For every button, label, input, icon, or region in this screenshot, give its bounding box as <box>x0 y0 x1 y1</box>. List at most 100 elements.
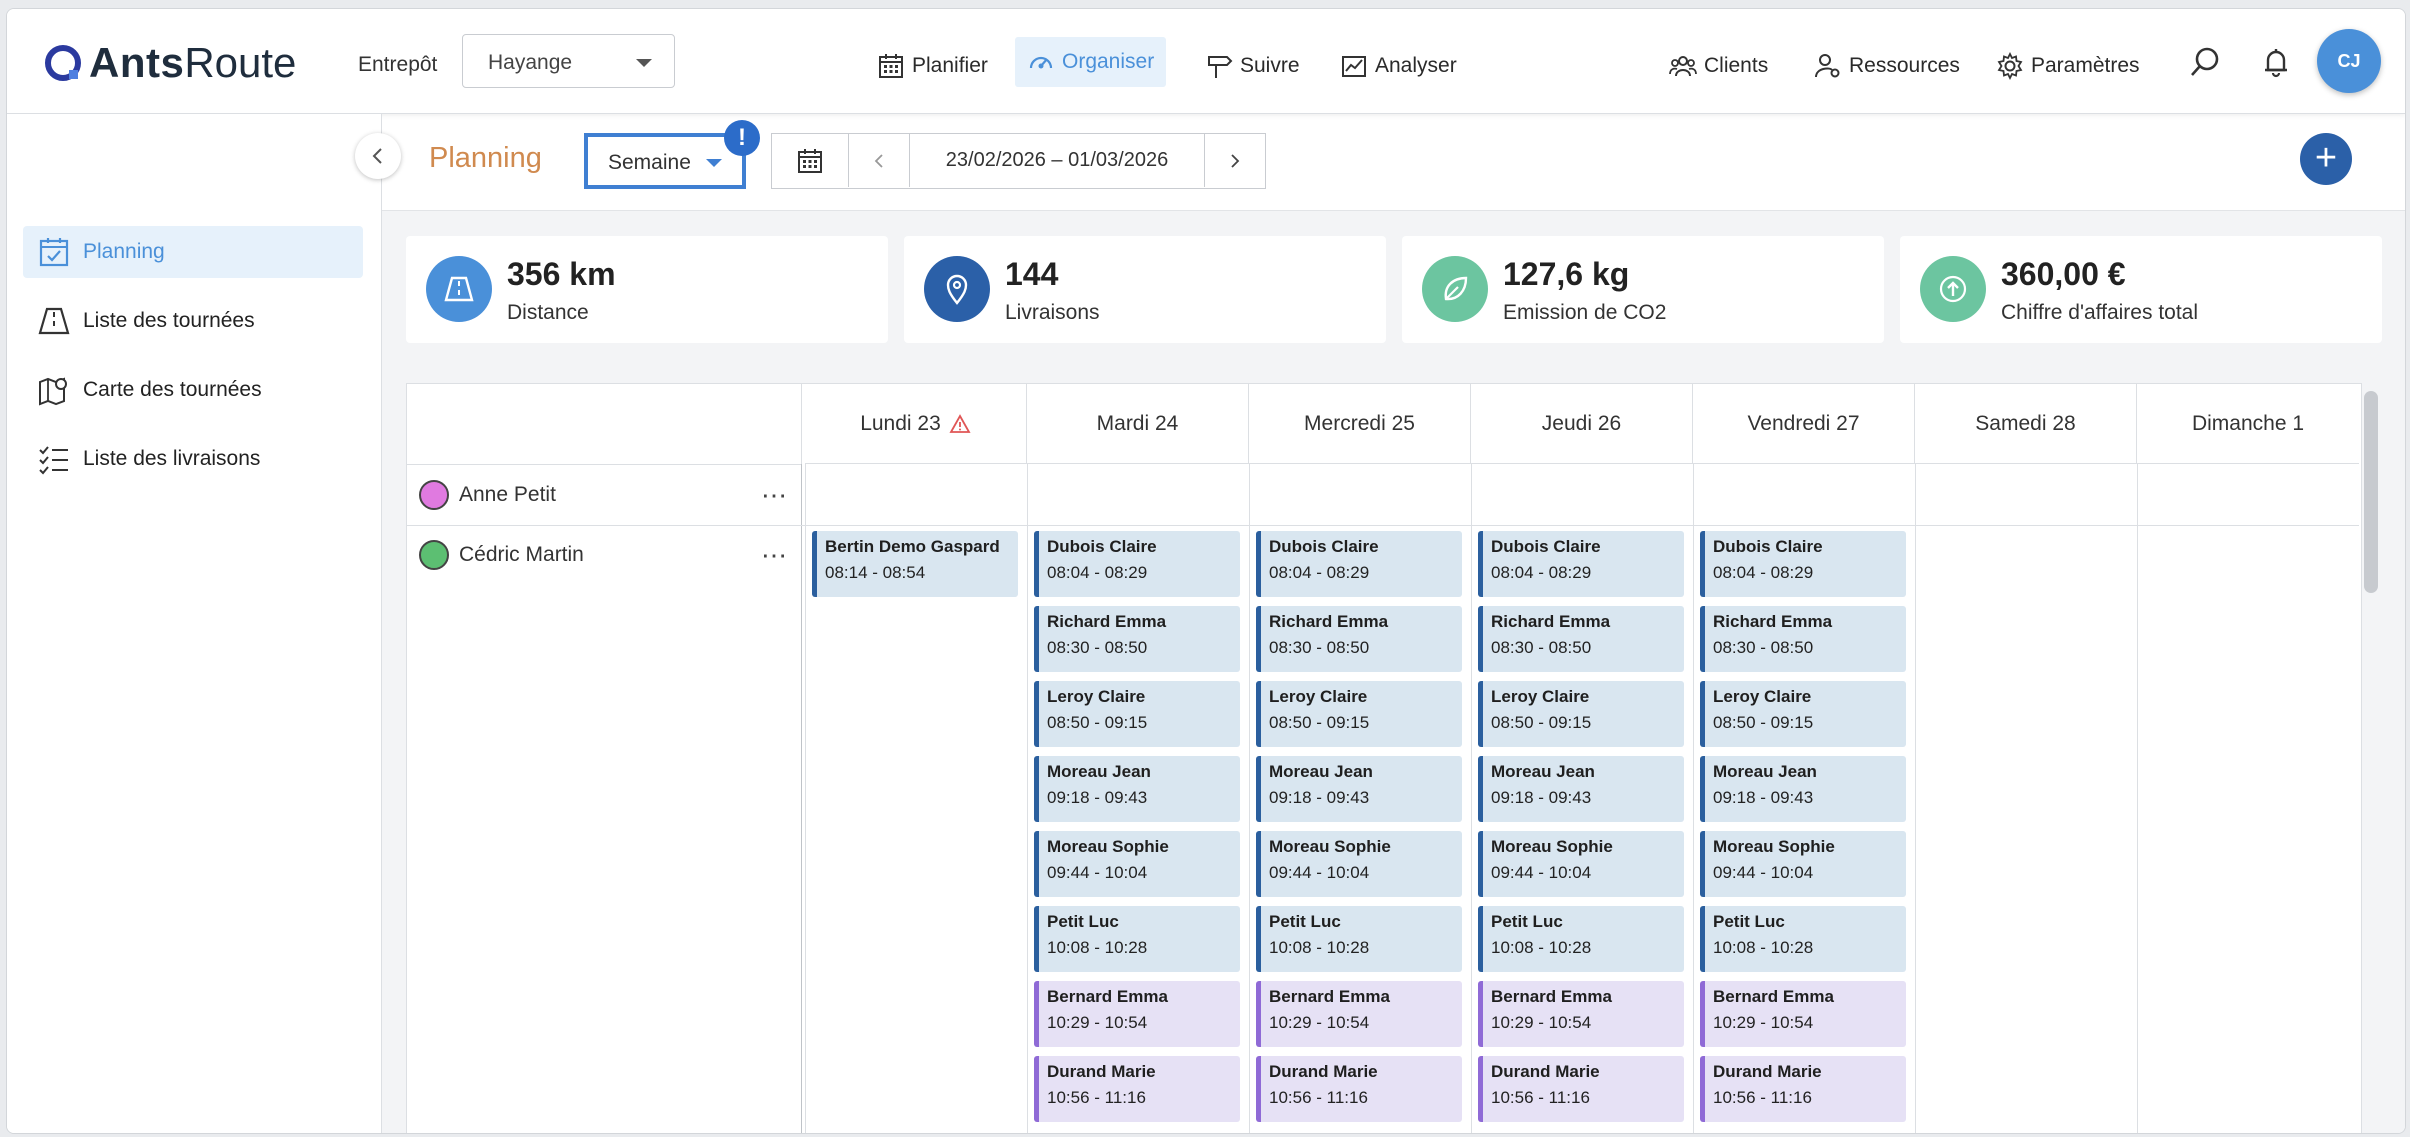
delivery-event[interactable]: Bernard Emma 10:29 - 10:54 <box>1034 981 1240 1047</box>
date-range-label[interactable]: 23/02/2026 – 01/03/2026 <box>910 134 1205 187</box>
users-icon <box>1669 56 1697 77</box>
collapse-sidebar-button[interactable] <box>355 133 401 179</box>
resource-name: Cédric Martin <box>459 543 584 566</box>
delivery-event[interactable]: Moreau Jean 09:18 - 09:43 <box>1478 756 1684 822</box>
day-header-label: Samedi 28 <box>1975 411 2076 435</box>
view-mode-select[interactable]: Semaine <box>584 133 746 189</box>
delivery-event[interactable]: Petit Luc 10:08 - 10:28 <box>1700 906 1906 972</box>
more-options-icon[interactable]: ⋯ <box>761 540 788 571</box>
event-time: 10:56 - 11:16 <box>1491 1088 1590 1107</box>
delivery-event[interactable]: Petit Luc 10:08 - 10:28 <box>1478 906 1684 972</box>
event-time: 09:18 - 09:43 <box>1269 788 1370 807</box>
app-logo[interactable]: Ants Route <box>43 35 296 91</box>
row-divider <box>407 525 2359 526</box>
delivery-event[interactable]: Moreau Sophie 09:44 - 10:04 <box>1034 831 1240 897</box>
event-client-name: Durand Marie <box>1269 1062 1378 1081</box>
vertical-scrollbar[interactable] <box>2364 391 2378 593</box>
nav-planifier[interactable]: Planifier <box>877 41 988 91</box>
delivery-event[interactable]: Petit Luc 10:08 - 10:28 <box>1256 906 1462 972</box>
next-week-button[interactable] <box>1205 134 1265 187</box>
delivery-event[interactable]: Petit Luc 10:08 - 10:28 <box>1034 906 1240 972</box>
delivery-event[interactable]: Moreau Sophie 09:44 - 10:04 <box>1478 831 1684 897</box>
warehouse-label: Entrepôt <box>358 53 438 76</box>
delivery-event[interactable]: Bernard Emma 10:29 - 10:54 <box>1700 981 1906 1047</box>
nav-analyser[interactable]: Analyser <box>1340 41 1457 91</box>
delivery-event[interactable]: Richard Emma 08:30 - 08:50 <box>1700 606 1906 672</box>
delivery-event[interactable]: Leroy Claire 08:50 - 09:15 <box>1478 681 1684 747</box>
nav-ressources[interactable]: Ressources <box>1814 41 1960 91</box>
warehouse-select[interactable]: Hayange <box>462 34 675 88</box>
delivery-event[interactable]: Richard Emma 08:30 - 08:50 <box>1478 606 1684 672</box>
event-time: 08:50 - 09:15 <box>1491 713 1592 732</box>
delivery-event[interactable]: Dubois Claire 08:04 - 08:29 <box>1478 531 1684 597</box>
delivery-event[interactable]: Moreau Jean 09:18 - 09:43 <box>1256 756 1462 822</box>
bell-icon[interactable] <box>2259 45 2293 79</box>
delivery-event[interactable]: Dubois Claire 08:04 - 08:29 <box>1034 531 1240 597</box>
event-time: 09:44 - 10:04 <box>1047 863 1148 882</box>
more-options-icon[interactable]: ⋯ <box>761 480 788 511</box>
nav-parametres[interactable]: Paramètres <box>1996 41 2140 91</box>
sidebar-item-liste-livraisons[interactable]: Liste des livraisons <box>23 433 363 485</box>
road-icon <box>38 307 70 335</box>
delivery-event[interactable]: Leroy Claire 08:50 - 09:15 <box>1034 681 1240 747</box>
map-icon <box>39 377 67 406</box>
resource-row-anne-petit[interactable]: Anne Petit ⋯ <box>419 476 799 514</box>
delivery-event[interactable]: Moreau Jean 09:18 - 09:43 <box>1700 756 1906 822</box>
user-avatar[interactable]: CJ <box>2317 29 2381 93</box>
logo-icon <box>45 45 81 81</box>
delivery-event[interactable]: Leroy Claire 08:50 - 09:15 <box>1256 681 1462 747</box>
event-time: 08:50 - 09:15 <box>1047 713 1148 732</box>
delivery-event[interactable]: Durand Marie 10:56 - 11:16 <box>1700 1056 1906 1122</box>
event-time: 10:29 - 10:54 <box>1713 1013 1814 1032</box>
event-client-name: Petit Luc <box>1047 912 1119 931</box>
calendar-icon <box>798 148 822 173</box>
delivery-event[interactable]: Dubois Claire 08:04 - 08:29 <box>1256 531 1462 597</box>
signpost-icon <box>1208 56 1233 78</box>
nav-clients[interactable]: Clients <box>1669 41 1768 91</box>
day-header-label: Mardi 24 <box>1096 411 1179 435</box>
event-time: 10:56 - 11:16 <box>1047 1088 1146 1107</box>
sidebar-item-carte-tournees[interactable]: Carte des tournées <box>23 364 363 416</box>
event-client-name: Leroy Claire <box>1047 687 1146 706</box>
sidebar-item-label: Liste des livraisons <box>83 447 261 470</box>
previous-week-button[interactable] <box>849 134 910 187</box>
delivery-event[interactable]: Moreau Jean 09:18 - 09:43 <box>1034 756 1240 822</box>
event-client-name: Moreau Jean <box>1491 762 1595 781</box>
delivery-event[interactable]: Dubois Claire 08:04 - 08:29 <box>1700 531 1906 597</box>
date-picker-button[interactable] <box>772 134 849 187</box>
event-time: 08:04 - 08:29 <box>1713 563 1814 582</box>
delivery-event[interactable]: Richard Emma 08:30 - 08:50 <box>1034 606 1240 672</box>
delivery-event[interactable]: Durand Marie 10:56 - 11:16 <box>1256 1056 1462 1122</box>
stat-label: Emission de CO2 <box>1503 301 1667 324</box>
add-button[interactable]: + <box>2300 133 2352 185</box>
nav-suivre[interactable]: Suivre <box>1205 41 1300 91</box>
delivery-event[interactable]: Moreau Sophie 09:44 - 10:04 <box>1256 831 1462 897</box>
nav-planifier-label: Planifier <box>912 54 988 77</box>
nav-organiser[interactable]: Organiser <box>1015 37 1167 87</box>
search-icon[interactable] <box>2188 45 2222 79</box>
day-header-dimanche: Dimanche 1 <box>2137 384 2359 464</box>
delivery-event[interactable]: Bernard Emma 10:29 - 10:54 <box>1256 981 1462 1047</box>
checklist-icon <box>39 446 68 475</box>
arrow-up-icon <box>1939 275 1967 303</box>
event-client-name: Leroy Claire <box>1491 687 1590 706</box>
column-divider <box>1027 464 1028 1133</box>
day-header-label: Lundi 23 <box>860 411 941 435</box>
delivery-event[interactable]: Richard Emma 08:30 - 08:50 <box>1256 606 1462 672</box>
delivery-event[interactable]: Leroy Claire 08:50 - 09:15 <box>1700 681 1906 747</box>
sidebar-item-planning[interactable]: Planning <box>23 226 363 278</box>
sidebar-item-liste-tournees[interactable]: Liste des tournées <box>23 295 363 347</box>
delivery-event[interactable]: Moreau Sophie 09:44 - 10:04 <box>1700 831 1906 897</box>
delivery-event[interactable]: Durand Marie 10:56 - 11:16 <box>1034 1056 1240 1122</box>
sidebar-item-label: Liste des tournées <box>83 309 255 332</box>
dashboard-icon <box>1029 56 1053 69</box>
resource-column-header <box>407 384 802 465</box>
warning-icon[interactable] <box>949 413 971 435</box>
delivery-event[interactable]: Bertin Demo Gaspard 08:14 - 08:54 <box>812 531 1018 597</box>
event-client-name: Moreau Jean <box>1713 762 1817 781</box>
delivery-event[interactable]: Durand Marie 10:56 - 11:16 <box>1478 1056 1684 1122</box>
alert-badge[interactable]: ! <box>724 120 760 156</box>
delivery-event[interactable]: Bernard Emma 10:29 - 10:54 <box>1478 981 1684 1047</box>
event-time: 08:50 - 09:15 <box>1269 713 1370 732</box>
resource-row-cedric-martin[interactable]: Cédric Martin ⋯ <box>419 536 799 574</box>
